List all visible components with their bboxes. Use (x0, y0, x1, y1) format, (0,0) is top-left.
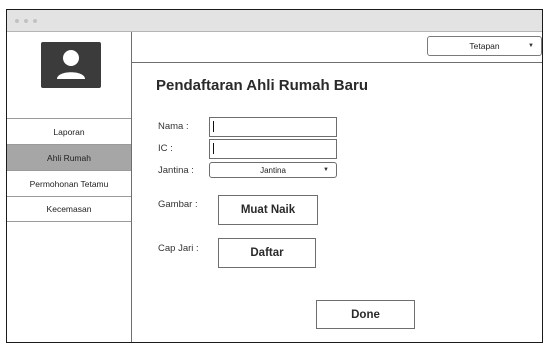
ic-input[interactable] (209, 139, 337, 159)
sidebar-nav: Laporan Ahli Rumah Permohonan Tetamu Kec… (7, 118, 131, 222)
upload-button[interactable]: Muat Naik (218, 195, 318, 225)
sidebar-item-ahli-rumah[interactable]: Ahli Rumah (7, 144, 131, 170)
jantina-label: Jantina : (158, 165, 194, 176)
text-cursor (213, 143, 214, 154)
text-cursor (213, 121, 214, 132)
jantina-select[interactable]: Jantina ▼ (209, 162, 337, 178)
title-bar (7, 10, 542, 32)
chevron-down-icon: ▼ (528, 43, 534, 49)
maximize-window-dot[interactable] (33, 19, 37, 23)
top-bar: Tetapan ▼ (132, 32, 542, 63)
sidebar-item-permohonan-tetamu[interactable]: Permohonan Tetamu (7, 170, 131, 196)
nama-input[interactable] (209, 117, 337, 137)
chevron-down-icon: ▼ (323, 167, 329, 173)
cap-jari-label: Cap Jari : (158, 243, 199, 254)
sidebar-item-laporan[interactable]: Laporan (7, 118, 131, 144)
sidebar-item-kecemasan[interactable]: Kecemasan (7, 196, 131, 222)
page-title: Pendaftaran Ahli Rumah Baru (156, 77, 368, 94)
app-window: Laporan Ahli Rumah Permohonan Tetamu Kec… (6, 9, 543, 343)
jantina-select-value: Jantina (260, 165, 286, 175)
sidebar: Laporan Ahli Rumah Permohonan Tetamu Kec… (7, 32, 132, 342)
settings-dropdown-value: Tetapan (469, 41, 500, 51)
user-icon (57, 50, 85, 79)
settings-dropdown[interactable]: Tetapan ▼ (427, 36, 542, 56)
minimize-window-dot[interactable] (24, 19, 28, 23)
ic-label: IC : (158, 143, 173, 154)
close-window-dot[interactable] (15, 19, 19, 23)
done-button[interactable]: Done (316, 300, 415, 329)
main-content: Pendaftaran Ahli Rumah Baru Nama : IC : … (132, 63, 542, 342)
nama-label: Nama : (158, 121, 189, 132)
avatar[interactable] (41, 42, 101, 88)
gambar-label: Gambar : (158, 199, 198, 210)
register-button[interactable]: Daftar (218, 238, 316, 268)
